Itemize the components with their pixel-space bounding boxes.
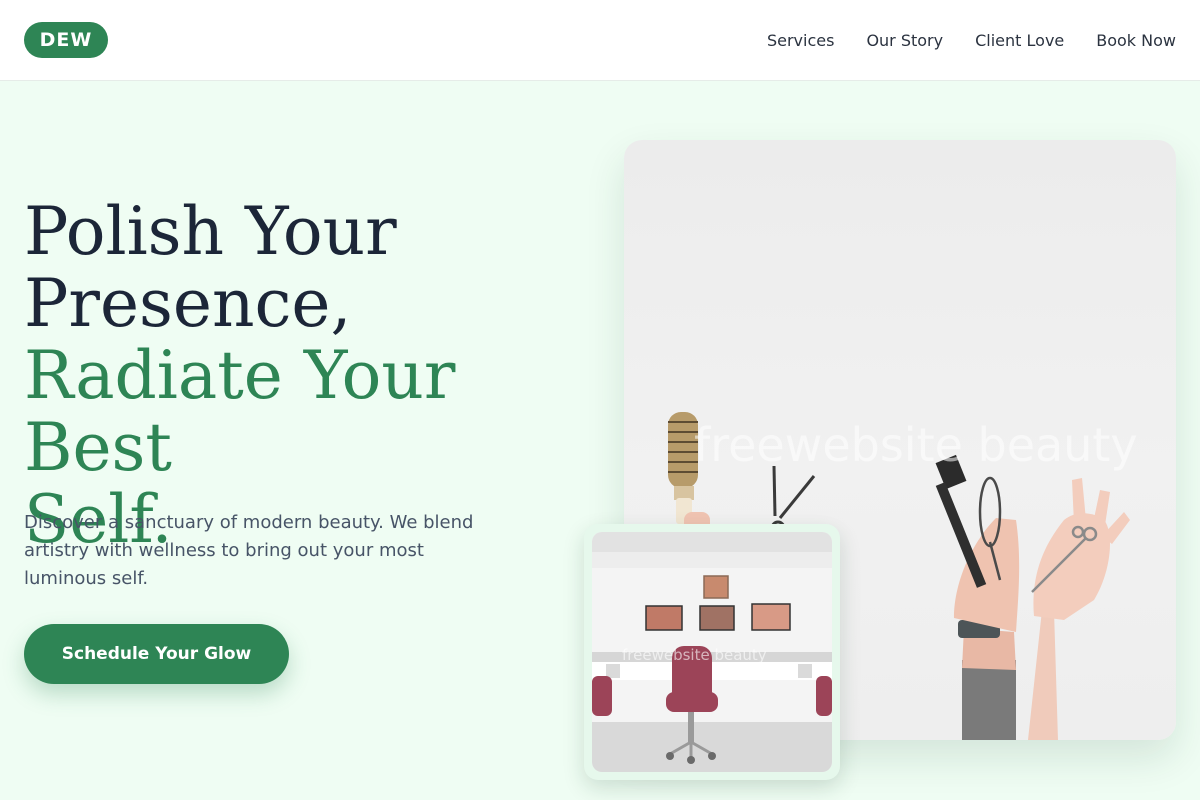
inset-image-frame: freewebsite beauty — [584, 524, 840, 780]
nav-client-love[interactable]: Client Love — [975, 31, 1064, 50]
hero-headline: Polish Your Presence, Radiate Your Best … — [24, 196, 584, 556]
hand-left-icon — [1028, 478, 1130, 740]
hero-description: Discover a sanctuary of modern beauty. W… — [24, 512, 474, 589]
site-header: DEW Services Our Story Client Love Book … — [0, 0, 1200, 81]
nav-book-now[interactable]: Book Now — [1096, 31, 1176, 50]
nav-our-story[interactable]: Our Story — [866, 31, 943, 50]
headline-line-3: Radiate Your Best — [24, 337, 456, 486]
landing-page: DEW Services Our Story Client Love Book … — [0, 0, 1200, 800]
nav-services[interactable]: Services — [767, 31, 834, 50]
schedule-button[interactable]: Schedule Your Glow — [24, 624, 289, 684]
headline-line-2: Presence, — [24, 265, 352, 342]
inset-image-watermark: freewebsite beauty — [622, 646, 767, 664]
main-image-watermark: freewebsite beauty — [694, 418, 1138, 472]
main-nav: Services Our Story Client Love Book Now — [767, 0, 1176, 80]
salon-interior-image: freewebsite beauty — [592, 532, 832, 772]
tint-brush-icon — [935, 454, 987, 588]
logo[interactable]: DEW — [24, 22, 108, 58]
headline-line-1: Polish Your — [24, 193, 397, 270]
